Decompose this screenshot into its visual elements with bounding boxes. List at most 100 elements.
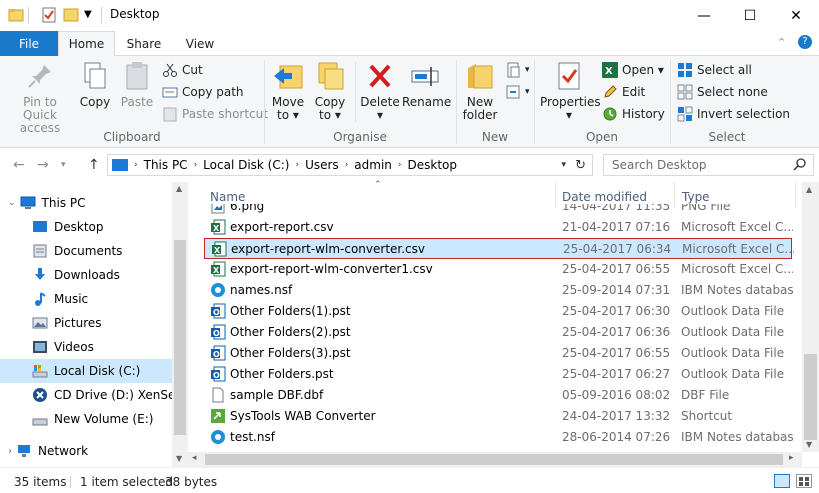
chevron-right-icon[interactable]: › xyxy=(194,160,198,170)
column-date-modified[interactable]: Date modified xyxy=(562,190,647,204)
minimize-button[interactable]: — xyxy=(681,0,727,31)
column-name[interactable]: Name xyxy=(210,190,245,204)
title-divider xyxy=(101,7,102,23)
address-dropdown-icon[interactable]: ▾ xyxy=(561,160,566,170)
search-box[interactable]: Search Desktop xyxy=(603,154,814,176)
copy-path-button[interactable]: Copy path xyxy=(162,83,244,101)
easy-access-button[interactable]: ▾ xyxy=(505,83,530,101)
tree-item-downloads[interactable]: Downloads xyxy=(0,263,172,287)
edit-icon xyxy=(602,84,618,100)
select-all-button[interactable]: Select all xyxy=(677,61,752,79)
chevron-right-icon[interactable]: › xyxy=(8,446,12,457)
table-row[interactable]: test.nsf 28-06-2014 07:26 IBM Notes databa… xyxy=(204,427,793,448)
table-row[interactable]: O Other Folders(1).pst 25-04-2017 06:30 Out… xyxy=(204,301,792,322)
close-button[interactable]: ✕ xyxy=(773,0,819,31)
search-input[interactable]: Search Desktop xyxy=(612,158,707,172)
file-name: 6.png xyxy=(230,204,265,213)
details-view-icon[interactable] xyxy=(774,474,790,488)
cut-button[interactable]: Cut xyxy=(162,61,203,79)
breadcrumb-local-disk[interactable]: Local Disk (C:) xyxy=(203,158,289,172)
table-row[interactable]: Xexport-report-wlm-converter1.csv 25-04-2… xyxy=(204,259,793,280)
tree-item-this-pc[interactable]: ⌄ This PC xyxy=(0,191,172,215)
ribbon: Pin to Quick access Copy Paste Cut Copy … xyxy=(0,56,819,148)
back-arrow-icon[interactable]: ← xyxy=(13,157,25,173)
breadcrumb-admin[interactable]: admin xyxy=(354,158,392,172)
copy-button[interactable]: Copy xyxy=(75,60,115,109)
new-folder-quick-icon[interactable] xyxy=(63,7,79,23)
chevron-right-icon[interactable]: › xyxy=(345,160,349,170)
tree-item-local-disk[interactable]: Local Disk (C:) xyxy=(0,359,172,383)
table-row[interactable]: O Other Folders(2).pst 25-04-2017 06:36 Out… xyxy=(204,322,792,343)
new-item-button[interactable]: ▾ xyxy=(505,61,530,79)
table-row[interactable]: O Other Folders(3).pst 25-04-2017 06:55 Out… xyxy=(204,343,792,364)
properties-quick-icon[interactable] xyxy=(41,7,57,23)
tree-item-videos[interactable]: Videos xyxy=(0,335,172,359)
navigation-scrollbar[interactable]: ▲ ▼ xyxy=(172,182,188,467)
chevron-down-icon[interactable]: ⌄ xyxy=(8,198,16,208)
properties-button[interactable]: Properties ▾ xyxy=(540,60,601,122)
breadcrumb-this-pc[interactable]: This PC xyxy=(144,158,188,172)
pin-to-quick-access-button[interactable]: Pin to Quick access xyxy=(5,60,75,135)
table-row[interactable]: 6.png 14-04-2017 11:35 PNG File xyxy=(204,204,792,217)
horizontal-scrollbar[interactable]: ◂ ▸ xyxy=(188,452,802,467)
copy-to-button[interactable]: Copy to ▾ xyxy=(310,60,350,122)
scroll-down-icon[interactable]: ▼ xyxy=(806,440,812,449)
scrollbar-thumb[interactable] xyxy=(205,454,783,465)
table-row[interactable]: Xexport-report-wlm-converter.csv 25-04-20… xyxy=(204,238,794,259)
file-type: IBM Notes database xyxy=(681,430,793,444)
scrollbar-thumb[interactable] xyxy=(174,240,186,435)
paste-button[interactable]: Paste xyxy=(117,60,157,109)
move-to-button[interactable]: Move to ▾ xyxy=(268,60,308,122)
tab-home[interactable]: Home xyxy=(58,31,115,57)
scroll-up-icon[interactable]: ▲ xyxy=(806,185,812,194)
tree-item-pictures[interactable]: Pictures xyxy=(0,311,172,335)
search-icon[interactable] xyxy=(793,157,807,174)
chevron-right-icon[interactable]: › xyxy=(398,160,402,170)
select-none-button[interactable]: Select none xyxy=(677,83,768,101)
scroll-down-icon[interactable]: ▼ xyxy=(176,454,182,463)
tab-share[interactable]: Share xyxy=(118,31,170,56)
open-button[interactable]: X Open ▾ xyxy=(602,61,664,79)
chevron-right-icon[interactable]: › xyxy=(295,160,299,170)
invert-selection-button[interactable]: Invert selection xyxy=(677,105,790,123)
table-row[interactable]: SysTools WAB Converter 24-04-2017 13:32 Sh… xyxy=(204,406,792,427)
scroll-right-icon[interactable]: ▸ xyxy=(789,453,794,463)
table-row[interactable]: names.nsf 25-09-2014 07:31 IBM Notes datab… xyxy=(204,280,793,301)
table-row[interactable]: Xexport-report.csv 21-04-2017 07:16 Micros… xyxy=(204,217,793,238)
tree-label: Local Disk (C:) xyxy=(54,364,141,378)
tree-item-music[interactable]: Music xyxy=(0,287,172,311)
up-arrow-icon[interactable]: ↑ xyxy=(88,157,100,173)
chevron-right-icon[interactable]: › xyxy=(134,160,138,170)
tab-file[interactable]: File xyxy=(0,31,58,56)
paste-shortcut-button[interactable]: Paste shortcut xyxy=(162,105,268,123)
refresh-icon[interactable]: ↻ xyxy=(575,158,586,173)
tab-view[interactable]: View xyxy=(174,31,226,56)
tree-item-desktop[interactable]: Desktop xyxy=(0,215,172,239)
rename-button[interactable]: Rename xyxy=(402,60,451,109)
table-row[interactable]: sample DBF.dbf 05-09-2016 08:02 DBF File xyxy=(204,385,792,406)
large-icons-view-icon[interactable] xyxy=(796,474,812,488)
breadcrumb-users[interactable]: Users xyxy=(305,158,339,172)
customize-toolbar-icon[interactable]: ▼ xyxy=(84,9,100,25)
tree-item-documents[interactable]: Documents xyxy=(0,239,172,263)
table-row[interactable]: O Other Folders.pst 25-04-2017 06:27 Outloo… xyxy=(204,364,792,385)
column-type[interactable]: Type xyxy=(682,190,710,204)
tree-item-new-volume[interactable]: New Volume (E:) xyxy=(0,407,172,431)
collapse-ribbon-icon[interactable]: ⌃ xyxy=(777,36,786,49)
help-icon[interactable]: ? xyxy=(798,35,812,49)
forward-arrow-icon[interactable]: → xyxy=(37,157,49,173)
scrollbar-thumb[interactable] xyxy=(804,354,817,440)
maximize-button[interactable]: ☐ xyxy=(727,0,773,31)
scroll-left-icon[interactable]: ◂ xyxy=(192,453,197,463)
breadcrumb-desktop[interactable]: Desktop xyxy=(408,158,458,172)
address-bar[interactable]: › This PC › Local Disk (C:) › Users › ad… xyxy=(107,154,593,176)
recent-locations-icon[interactable]: ▾ xyxy=(61,160,66,170)
tree-item-cd-drive[interactable]: CD Drive (D:) XenServer xyxy=(0,383,172,407)
delete-button[interactable]: Delete ▾ xyxy=(360,60,400,122)
vertical-scrollbar[interactable]: ▲ ▼ xyxy=(802,182,819,452)
edit-button[interactable]: Edit xyxy=(602,83,645,101)
scroll-up-icon[interactable]: ▲ xyxy=(176,184,182,193)
new-folder-button[interactable]: New folder xyxy=(460,60,500,122)
tree-item-network[interactable]: › Network xyxy=(0,439,172,463)
history-button[interactable]: History xyxy=(602,105,665,123)
